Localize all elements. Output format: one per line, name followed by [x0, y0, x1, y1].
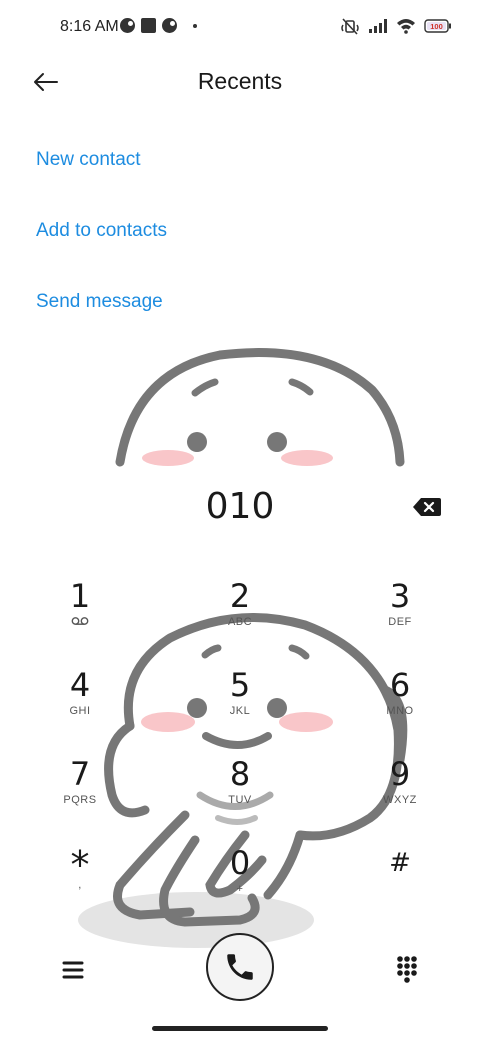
call-button[interactable] [206, 933, 274, 1001]
dialpad-button[interactable] [392, 954, 422, 984]
key-digit: 9 [389, 755, 411, 793]
app-notification-icon [141, 18, 156, 33]
wifi-icon [397, 19, 415, 34]
key-0[interactable]: 0 + [180, 845, 300, 925]
key-digit: 3 [389, 577, 411, 615]
dialed-number[interactable]: 010 [0, 486, 480, 527]
key-letters: , [78, 879, 82, 891]
more-notifications-icon [193, 23, 197, 28]
backspace-icon [413, 498, 441, 516]
key-letters: GHI [69, 705, 91, 717]
dialpad-icon [397, 956, 417, 983]
key-digit: 1 [69, 577, 91, 615]
key-digit: 4 [69, 666, 91, 704]
header: Recents [0, 56, 480, 108]
key-letters: WXYZ [383, 794, 417, 806]
signal-icon [369, 19, 387, 33]
key-letters: PQRS [63, 794, 97, 806]
key-4[interactable]: 4 GHI [20, 667, 140, 747]
key-hash[interactable]: # [340, 845, 460, 925]
voicemail-icon [20, 616, 140, 629]
svg-text:100: 100 [430, 22, 443, 31]
status-bar: 8:16 AM 100 [0, 0, 480, 56]
key-letters: JKL [229, 705, 251, 717]
key-1[interactable]: 1 [20, 578, 140, 658]
key-5[interactable]: 5 JKL [180, 667, 300, 747]
key-9[interactable]: 9 WXYZ [340, 756, 460, 836]
system-icons: 100 [340, 17, 452, 35]
key-8[interactable]: 8 TUV [180, 756, 300, 836]
key-letters: ABC [227, 616, 253, 628]
add-to-contacts-link[interactable]: Add to contacts [36, 220, 167, 242]
key-digit: 2 [229, 577, 251, 615]
key-digit: # [389, 848, 411, 878]
key-digit: 5 [229, 666, 251, 704]
battery-icon: 100 [424, 19, 451, 33]
key-digit: 7 [69, 755, 91, 793]
page-title: Recents [197, 68, 283, 94]
key-3[interactable]: 3 DEF [340, 578, 460, 658]
key-digit: 6 [389, 666, 411, 704]
app-notification-icon [162, 18, 177, 33]
key-digit: 8 [229, 755, 251, 793]
backspace-button[interactable] [412, 496, 442, 518]
key-2[interactable]: 2 ABC [180, 578, 300, 658]
home-indicator[interactable] [152, 1026, 328, 1031]
status-time: 8:16 AM [60, 18, 119, 35]
key-letters: + [236, 883, 244, 895]
key-7[interactable]: 7 PQRS [20, 756, 140, 836]
bottom-bar [0, 930, 480, 1010]
key-letters: DEF [388, 616, 412, 628]
new-contact-link[interactable]: New contact [36, 149, 141, 171]
phone-icon [227, 954, 253, 980]
menu-button[interactable] [58, 954, 90, 986]
app-notification-icon [120, 18, 135, 33]
key-6[interactable]: 6 MNO [340, 667, 460, 747]
key-digit: 0 [229, 844, 251, 882]
vibrate-off-icon [341, 18, 359, 35]
send-message-link[interactable]: Send message [36, 291, 163, 313]
key-star[interactable]: * , [20, 845, 140, 925]
key-letters: TUV [228, 794, 252, 806]
key-letters: MNO [386, 705, 414, 717]
menu-icon [62, 961, 84, 979]
notification-icons [120, 18, 197, 33]
